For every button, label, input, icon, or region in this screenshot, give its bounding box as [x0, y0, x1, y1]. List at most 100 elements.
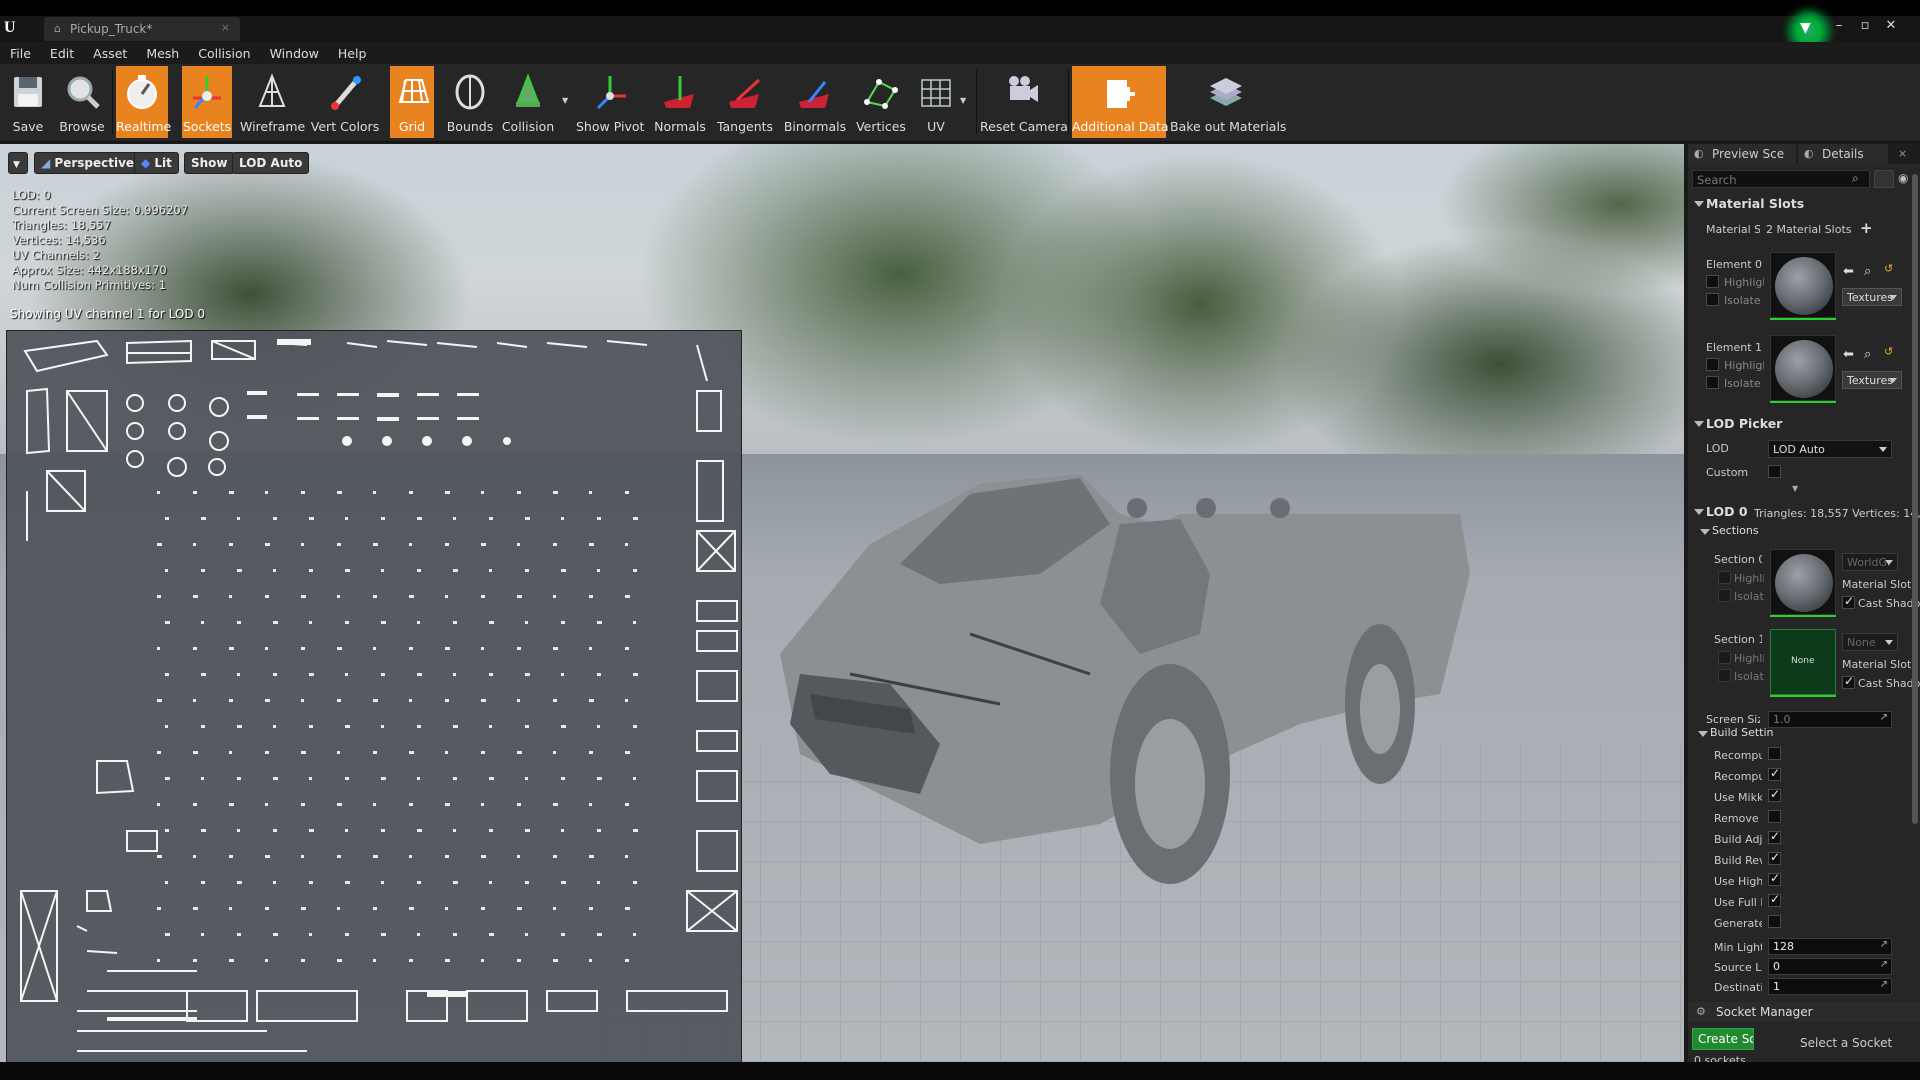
element-1-highlight-checkbox[interactable]	[1706, 358, 1719, 371]
mesh-viewport[interactable]: ▼ ◢ Perspective ◆ Lit Show LOD Auto LOD:…	[0, 144, 1684, 1062]
close-button[interactable]: ✕	[1878, 16, 1904, 36]
tab-close-icon[interactable]: ×	[221, 21, 230, 34]
wireframe-button[interactable]: Wireframe	[240, 66, 305, 138]
bake-out-materials-button[interactable]: Bake out Materials	[1170, 66, 1286, 138]
material-slots-header[interactable]: Material Slots	[1692, 196, 1804, 216]
realtime-button[interactable]: Realtime	[116, 66, 171, 138]
sections-header[interactable]: Sections	[1698, 524, 1759, 544]
tangents-button[interactable]: Tangents	[712, 66, 778, 138]
uv-button[interactable]: UV	[914, 66, 958, 138]
element-0-highlight-checkbox[interactable]	[1706, 275, 1719, 288]
menu-collision[interactable]: Collision	[188, 42, 259, 61]
tab-preview-scene[interactable]: ◐ Preview Sce	[1688, 144, 1796, 164]
element-1-browse-icon[interactable]: ⌕	[1864, 347, 1871, 362]
eye-icon[interactable]: ◉	[1898, 171, 1908, 185]
select-socket-text: Select a Socket	[1800, 1036, 1893, 1050]
menu-window[interactable]: Window	[260, 42, 328, 61]
element-1-material-thumbnail[interactable]	[1770, 335, 1836, 401]
lod-button[interactable]: LOD Auto	[232, 152, 310, 174]
reset-camera-button[interactable]: Reset Camera	[980, 66, 1068, 138]
custom-lod-checkbox[interactable]	[1768, 465, 1781, 478]
build-setting-checkbox[interactable]	[1768, 747, 1781, 760]
menu-mesh[interactable]: Mesh	[136, 42, 188, 61]
collision-button[interactable]: Collision	[500, 66, 556, 138]
menu-help[interactable]: Help	[328, 42, 376, 61]
section-0-cast-shadow-checkbox[interactable]	[1842, 594, 1855, 609]
binormals-button[interactable]: Binormals	[782, 66, 848, 138]
section-0-material-dropdown[interactable]: WorldGr	[1842, 553, 1898, 571]
section-1-cast-shadow-checkbox[interactable]	[1842, 674, 1855, 689]
screen-size-input[interactable]: 1.0	[1768, 711, 1892, 728]
element-1-reset-icon[interactable]: ↺	[1884, 345, 1893, 358]
element-0-material-thumbnail[interactable]	[1770, 252, 1836, 318]
build-setting-checkbox[interactable]	[1768, 871, 1781, 886]
lod-picker-header[interactable]: LOD Picker	[1692, 416, 1782, 436]
normals-button[interactable]: Normals	[652, 66, 708, 138]
build-setting-checkbox[interactable]	[1768, 892, 1781, 907]
section-0-material-thumbnail[interactable]	[1770, 549, 1836, 615]
uv-island	[157, 751, 161, 754]
save-button[interactable]: Save	[4, 66, 52, 138]
element-1-textures-dropdown[interactable]: Textures	[1842, 371, 1902, 389]
uv-island	[381, 621, 386, 624]
element-1-use-selected-icon[interactable]: ⬅	[1843, 347, 1854, 362]
vertices-button[interactable]: Vertices	[852, 66, 910, 138]
uv-dropdown[interactable]: ▼	[958, 66, 972, 138]
element-1-isolate-checkbox[interactable]	[1706, 376, 1719, 389]
expand-advanced-icon[interactable]: ▼	[1792, 484, 1798, 493]
section-1-isolate-checkbox[interactable]	[1718, 669, 1731, 682]
add-material-slot-icon[interactable]: +	[1860, 219, 1873, 237]
perspective-button[interactable]: ◢ Perspective	[34, 152, 142, 174]
additional-data-button[interactable]: Additional Data	[1072, 66, 1169, 138]
create-socket-button[interactable]: Create So	[1692, 1028, 1754, 1050]
section-1-material-dropdown[interactable]: None	[1842, 633, 1898, 651]
section-1-material-thumbnail[interactable]: None	[1770, 629, 1836, 695]
collision-dropdown[interactable]: ▼	[560, 66, 574, 138]
source-lightmap-input[interactable]: 0	[1768, 958, 1892, 975]
vert-colors-button[interactable]: Vert Colors	[310, 66, 380, 138]
tab-details[interactable]: ◐ Details	[1798, 144, 1888, 164]
view-options-icon[interactable]	[1874, 170, 1894, 188]
grid-button[interactable]: Grid	[390, 66, 434, 138]
show-button[interactable]: Show	[184, 152, 235, 174]
browse-button[interactable]: Browse	[56, 66, 108, 138]
section-0-highlight-checkbox[interactable]	[1718, 571, 1731, 584]
build-setting-label: Remove	[1714, 812, 1759, 825]
bounds-button[interactable]: Bounds	[444, 66, 496, 138]
details-scrollbar[interactable]	[1912, 174, 1918, 824]
build-setting-checkbox[interactable]	[1768, 915, 1781, 928]
build-setting-checkbox[interactable]	[1768, 787, 1781, 802]
section-0-isolate-checkbox[interactable]	[1718, 589, 1731, 602]
menu-asset[interactable]: Asset	[83, 42, 136, 61]
element-0-use-selected-icon[interactable]: ⬅	[1843, 264, 1854, 279]
build-setting-checkbox[interactable]	[1768, 829, 1781, 844]
show-pivot-button[interactable]: Show Pivot	[576, 66, 644, 138]
uv-island	[553, 543, 557, 546]
viewport-options-dropdown[interactable]: ▼	[8, 152, 28, 174]
lod-dropdown[interactable]: LOD Auto	[1768, 440, 1892, 458]
build-setting-checkbox[interactable]	[1768, 850, 1781, 865]
build-setting-checkbox[interactable]	[1768, 766, 1781, 781]
build-setting-label: Use Full I	[1714, 896, 1762, 909]
lod0-header[interactable]: LOD 0	[1692, 504, 1748, 524]
min-lightmap-input[interactable]: 128	[1768, 938, 1892, 955]
menu-edit[interactable]: Edit	[40, 42, 83, 61]
menu-file[interactable]: File	[0, 42, 40, 61]
build-setting-checkbox[interactable]	[1768, 810, 1781, 823]
sockets-button[interactable]: Sockets	[182, 66, 232, 138]
section-1-highlight-checkbox[interactable]	[1718, 651, 1731, 664]
document-tab[interactable]: ⌂ Pickup_Truck* ×	[44, 17, 240, 41]
uv-island	[625, 595, 630, 598]
lit-button[interactable]: ◆ Lit	[134, 152, 179, 174]
element-0-isolate-checkbox[interactable]	[1706, 293, 1719, 306]
details-tab-close-icon[interactable]: ×	[1898, 147, 1907, 160]
element-0-reset-icon[interactable]: ↺	[1884, 262, 1893, 275]
element-0-textures-dropdown[interactable]: Textures	[1842, 288, 1902, 306]
minimize-button[interactable]: –	[1826, 16, 1852, 36]
destination-lightmap-input[interactable]: 1	[1768, 978, 1892, 995]
maximize-button[interactable]: ▫	[1852, 16, 1878, 36]
build-settings-header[interactable]: Build Settin	[1696, 726, 1774, 746]
element-0-browse-icon[interactable]: ⌕	[1864, 264, 1871, 279]
details-search-input[interactable]: Search	[1692, 170, 1870, 188]
uv-island	[229, 491, 234, 494]
